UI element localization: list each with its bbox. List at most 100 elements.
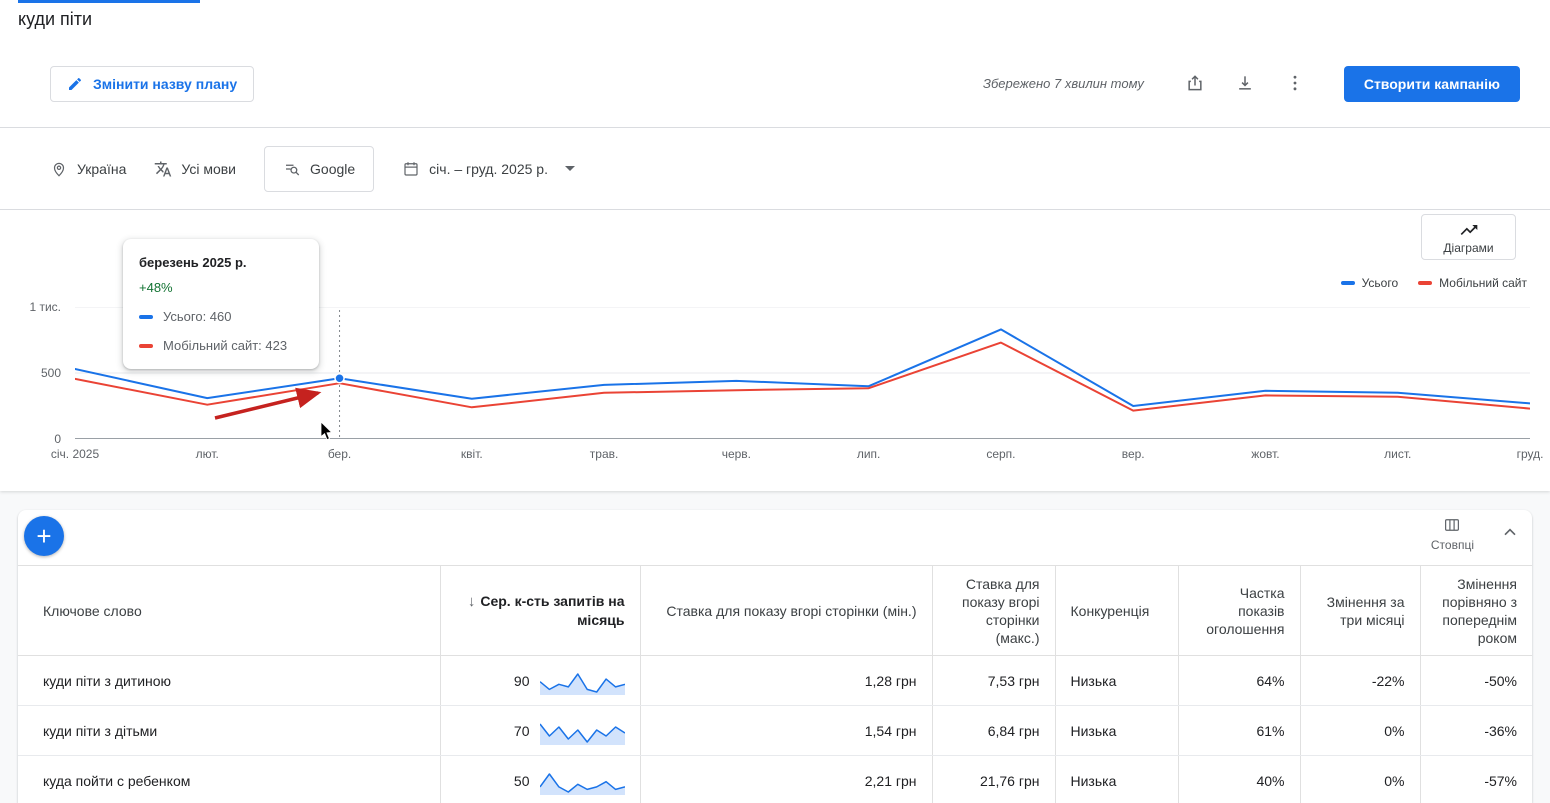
header-actions: Збережено 7 хвилин тому Створити кампані… [983,66,1520,102]
column-header[interactable]: Змінення за три місяці [1300,566,1420,656]
column-header[interactable]: Частка показів оголошення [1178,566,1300,656]
keyword-row[interactable]: куди піти з дітьми701,54 грн6,84 грнНизь… [18,706,1532,756]
yoy-change-cell: -50% [1420,656,1532,706]
keyword-row[interactable]: куди піти з дитиною901,28 грн7,53 грнНиз… [18,656,1532,706]
legend-item-mobile[interactable]: Мобільний сайт [1418,276,1527,290]
column-header[interactable]: Змінення порівняно з попереднім роком [1420,566,1532,656]
location-filter-label: Україна [77,161,126,177]
rename-plan-label: Змінити назву плану [93,76,237,92]
legend-item-total[interactable]: Усього [1341,276,1399,290]
plan-toolbar: Змінити назву плану Збережено 7 хвилин т… [0,40,1550,127]
location-filter[interactable]: Україна [50,160,126,178]
columns-button[interactable]: Стовпці [1431,516,1474,552]
download-button[interactable] [1232,71,1258,97]
bid-max-cell: 6,84 грн [932,706,1055,756]
three-month-change-cell: 0% [1300,706,1420,756]
searches-value: 70 [514,723,530,739]
keywords-table: Ключове слово↓Сер. к-сть запитів на міся… [18,565,1532,803]
date-range-label: січ. – груд. 2025 р. [429,161,548,177]
bid-max-cell: 21,76 грн [932,756,1055,803]
collapse-table-button[interactable] [1500,523,1520,546]
x-axis-label: вер. [1122,447,1145,461]
x-axis-label: черв. [722,447,751,461]
column-header[interactable]: ↓Сер. к-сть запитів на місяць [440,566,640,656]
three-month-change-cell: -22% [1300,656,1420,706]
tooltip-mobile-value: Мобільний сайт: 423 [163,338,287,353]
competition-cell: Низька [1055,706,1178,756]
sort-descending-icon: ↓ [468,593,476,610]
x-axis-label: груд. [1517,447,1544,461]
keyword-row[interactable]: куда пойти с ребенком502,21 грн21,76 грн… [18,756,1532,803]
filter-bar: Україна Усі мови Google січ. – груд. 202… [0,128,1550,209]
tooltip-total-value: Усього: 460 [163,309,232,324]
competition-cell: Низька [1055,656,1178,706]
mouse-cursor [320,422,334,442]
saved-status: Збережено 7 хвилин тому [983,76,1144,91]
tooltip-item-mobile: Мобільний сайт: 423 [139,338,303,353]
columns-button-label: Стовпці [1431,538,1474,552]
competition-cell: Низька [1055,756,1178,803]
search-network-icon [283,160,301,178]
chevron-up-icon [1500,523,1520,543]
monthly-searches-cell: 70 [440,706,640,756]
keywords-table-card: + Стовпці Ключове слово↓Сер. к-сть запит… [18,510,1532,803]
x-axis-label: трав. [590,447,619,461]
charts-toggle-button[interactable]: Діаграми [1421,214,1516,260]
searches-value: 50 [514,773,530,789]
three-month-change-cell: 0% [1300,756,1420,803]
pencil-icon [67,76,83,92]
column-header[interactable]: Ставка для показу вгорі сторінки (макс.) [932,566,1055,656]
active-tab-indicator [18,0,200,3]
column-header[interactable]: Ставка для показу вгорі сторінки (мін.) [640,566,932,656]
search-volume-chart-section: Діаграми Усього Мобільний сайт 1 тис. 50… [0,210,1550,491]
trend-sparkline [540,767,625,795]
x-axis-label: квіт. [461,447,483,461]
keyword-cell: куди піти з дітьми [18,706,440,756]
x-axis-label: жовт. [1251,447,1279,461]
language-filter[interactable]: Усі мови [154,160,236,178]
bid-min-cell: 2,21 грн [640,756,932,803]
impression-share-cell: 40% [1178,756,1300,803]
tooltip-change-percent: +48% [139,280,303,295]
bid-min-cell: 1,28 грн [640,656,932,706]
impression-share-cell: 64% [1178,656,1300,706]
date-range-selector[interactable]: січ. – груд. 2025 р. [402,160,575,178]
column-header[interactable]: Конкуренція [1055,566,1178,656]
x-axis-label: січ. 2025 [51,447,99,461]
calendar-icon [402,160,420,178]
tooltip-dash-blue-icon [139,315,153,319]
network-selector-label: Google [310,161,355,177]
trending-up-icon [1459,220,1479,240]
y-axis-label: 1 тис. [29,300,61,314]
columns-icon [1443,516,1461,534]
column-header[interactable]: Ключове слово [18,566,440,656]
x-axis-label: лист. [1384,447,1411,461]
translate-icon [154,160,172,178]
tooltip-item-total: Усього: 460 [139,309,303,324]
monthly-searches-cell: 50 [440,756,640,803]
legend-dash-blue-icon [1341,281,1355,285]
tooltip-title: березень 2025 р. [139,255,303,270]
keyword-cell: куди піти з дитиною [18,656,440,706]
charts-toggle-label: Діаграми [1443,241,1493,255]
trend-sparkline [540,717,625,745]
chart-legend: Усього Мобільний сайт [1341,276,1527,290]
create-campaign-button[interactable]: Створити кампанію [1344,66,1520,102]
legend-label-mobile: Мобільний сайт [1439,276,1527,290]
x-axis-label: серп. [986,447,1015,461]
page-title: куди піти [18,9,92,30]
table-toolbar: + Стовпці [18,510,1532,565]
share-button[interactable] [1182,71,1208,97]
y-axis-label: 500 [41,366,61,380]
add-keywords-button[interactable]: + [24,516,64,556]
yoy-change-cell: -36% [1420,706,1532,756]
dropdown-caret-icon [565,166,575,171]
searches-value: 90 [514,673,530,689]
table-header-row: Ключове слово↓Сер. к-сть запитів на міся… [18,566,1532,656]
y-axis: 1 тис. 500 0 [0,307,68,439]
rename-plan-button[interactable]: Змінити назву плану [50,66,254,102]
x-axis-label: лип. [857,447,881,461]
more-options-button[interactable] [1282,71,1308,97]
network-selector[interactable]: Google [264,146,374,192]
download-icon [1235,73,1255,93]
